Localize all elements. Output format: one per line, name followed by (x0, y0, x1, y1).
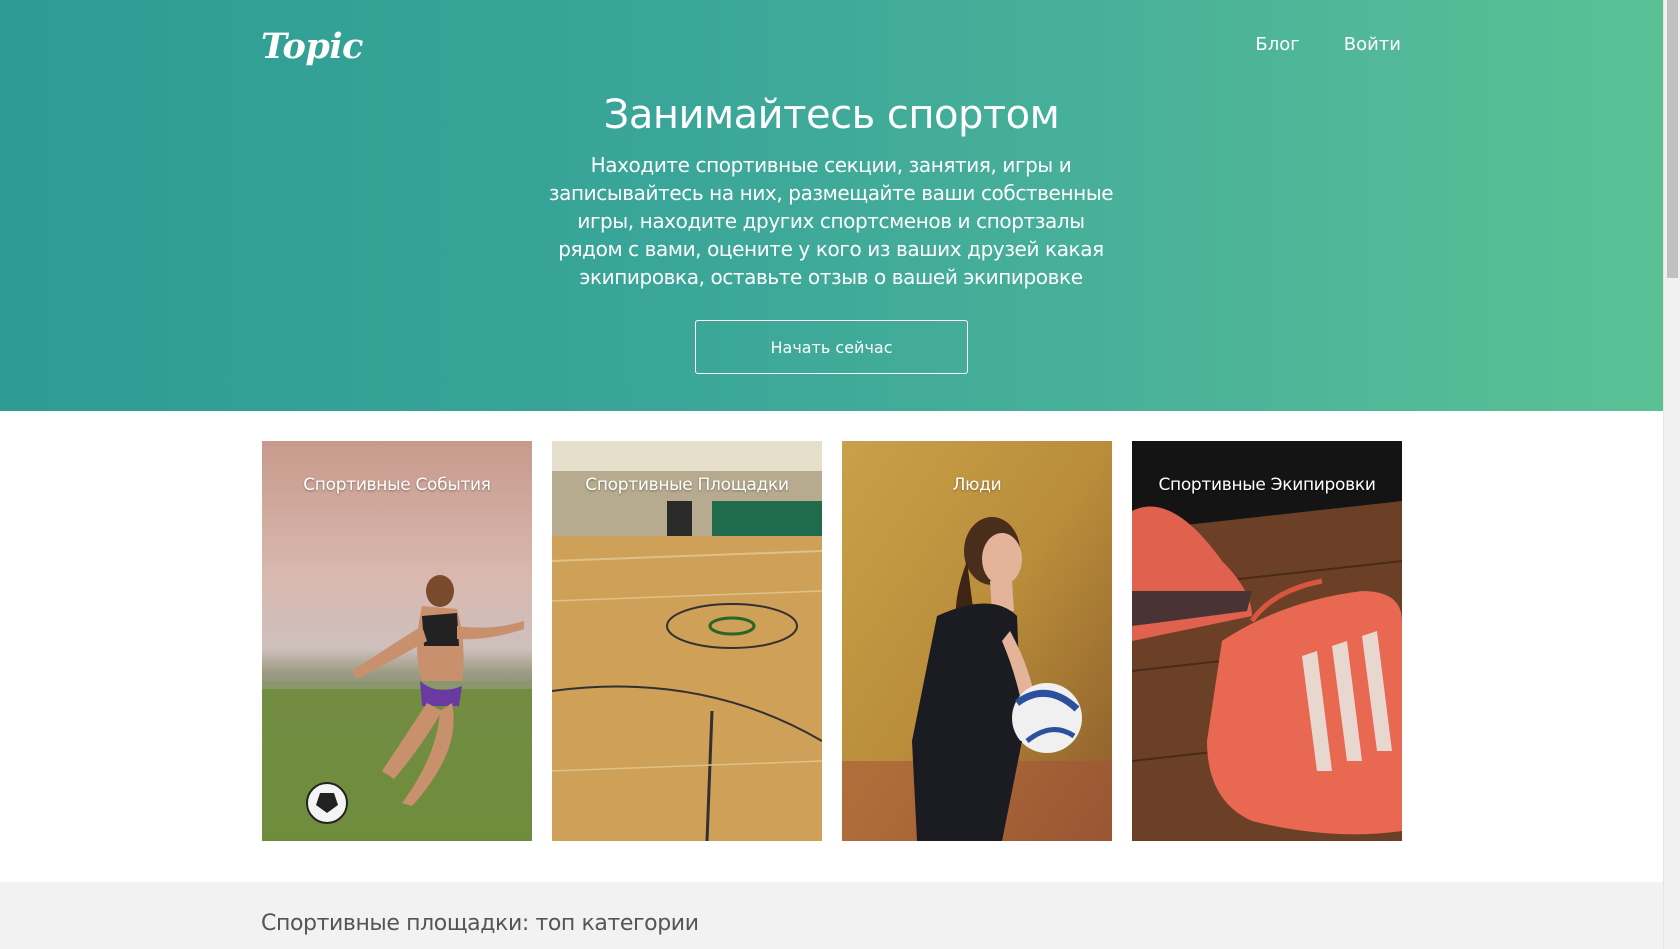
card-title: Люди (952, 475, 1002, 495)
sneakers-photo (1132, 441, 1402, 841)
card-sport-events[interactable]: Спортивные События (262, 441, 532, 841)
page-viewport: Topic Блог Войти Занимайтесь спортом Нах… (0, 0, 1663, 949)
card-sport-equipment[interactable]: Спортивные Экипировки (1132, 441, 1402, 841)
nav-link-login[interactable]: Войти (1344, 34, 1401, 55)
hero-description: Находите спортивные секции, занятия, игр… (548, 153, 1114, 289)
gym-court-photo (552, 441, 822, 841)
card-title: Спортивные Экипировки (1158, 475, 1376, 495)
hero-banner: Topic Блог Войти Занимайтесь спортом Нах… (0, 0, 1663, 411)
hero-title: Занимайтесь спортом (603, 92, 1060, 138)
scrollbar-thumb[interactable] (1667, 0, 1678, 278)
page-scrollbar[interactable] (1663, 0, 1680, 949)
top-nav: Блог Войти (1255, 34, 1401, 55)
volleyball-player-photo (842, 441, 1112, 841)
card-title: Спортивные События (303, 475, 491, 495)
section-title: Спортивные площадки: топ категории (261, 911, 699, 936)
card-sport-venues[interactable]: Спортивные Площадки (552, 441, 822, 841)
site-logo[interactable]: Topic (261, 26, 363, 67)
nav-link-blog[interactable]: Блог (1255, 34, 1299, 55)
top-categories-section: Спортивные площадки: топ категории (0, 882, 1663, 949)
soccer-player-photo (262, 441, 532, 841)
card-title: Спортивные Площадки (585, 475, 789, 495)
category-cards: Спортивные События Спортивные Площадки Л… (262, 441, 1402, 841)
start-now-button[interactable]: Начать сейчас (695, 320, 968, 374)
card-people[interactable]: Люди (842, 441, 1112, 841)
